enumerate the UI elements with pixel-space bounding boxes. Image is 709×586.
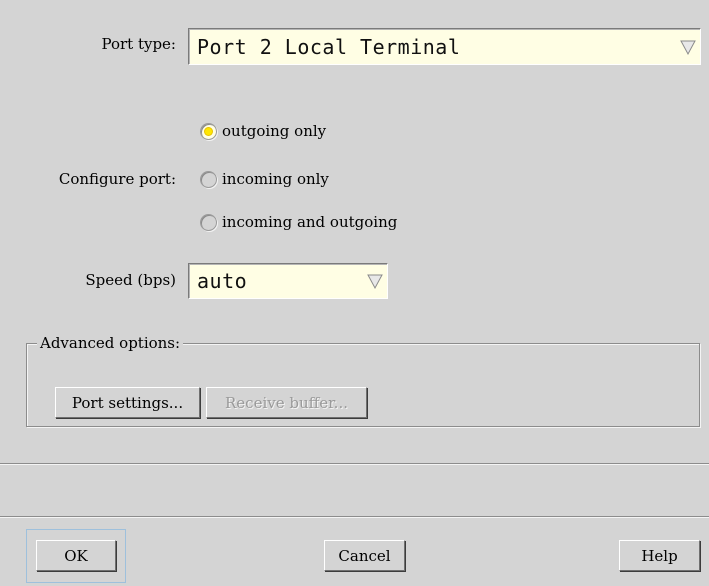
separator-highlight xyxy=(0,464,709,465)
radio-outgoing-only[interactable]: outgoing only xyxy=(200,119,326,143)
triangle-down-icon[interactable] xyxy=(679,38,697,56)
radio-label: incoming only xyxy=(222,170,329,188)
receive-buffer-button[interactable]: Receive buffer... xyxy=(206,387,367,418)
port-type-value: Port 2 Local Terminal xyxy=(197,34,461,59)
radio-button-selected[interactable] xyxy=(200,122,217,140)
radio-incoming-and-outgoing[interactable]: incoming and outgoing xyxy=(200,210,397,234)
radio-label: outgoing only xyxy=(222,122,327,140)
port-type-combobox[interactable]: Port 2 Local Terminal xyxy=(188,28,701,65)
port-settings-button[interactable]: Port settings... xyxy=(55,387,200,418)
separator-highlight xyxy=(0,517,709,518)
radio-label: incoming and outgoing xyxy=(222,213,398,231)
speed-value: auto xyxy=(197,269,248,293)
radio-button[interactable] xyxy=(200,170,217,188)
speed-combobox[interactable]: auto xyxy=(188,263,388,299)
radio-button[interactable] xyxy=(200,213,217,231)
advanced-options-legend: Advanced options: xyxy=(37,333,184,353)
speed-label: Speed (bps) xyxy=(85,271,176,289)
help-button[interactable]: Help xyxy=(619,540,700,571)
configure-port-label: Configure port: xyxy=(58,170,176,188)
port-type-label: Port type: xyxy=(101,35,176,53)
radio-incoming-only[interactable]: incoming only xyxy=(200,167,329,191)
cancel-button[interactable]: Cancel xyxy=(324,540,405,571)
triangle-down-icon[interactable] xyxy=(366,272,384,290)
ok-button[interactable]: OK xyxy=(36,540,116,571)
